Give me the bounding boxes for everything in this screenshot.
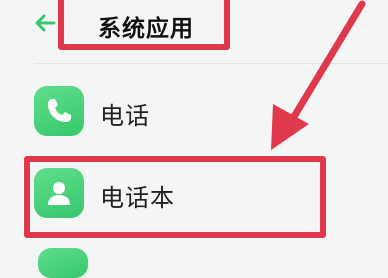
list-item-label: 电话 (100, 102, 150, 130)
divider (34, 63, 388, 64)
title-highlight-box (58, 0, 230, 50)
arrow-left-icon[interactable] (34, 12, 56, 34)
list-item-phone[interactable]: 电话 (34, 86, 388, 148)
phone-app-icon (34, 86, 84, 136)
next-app-icon (38, 248, 88, 278)
contacts-highlight-box (24, 156, 326, 238)
phone-icon (48, 99, 71, 122)
